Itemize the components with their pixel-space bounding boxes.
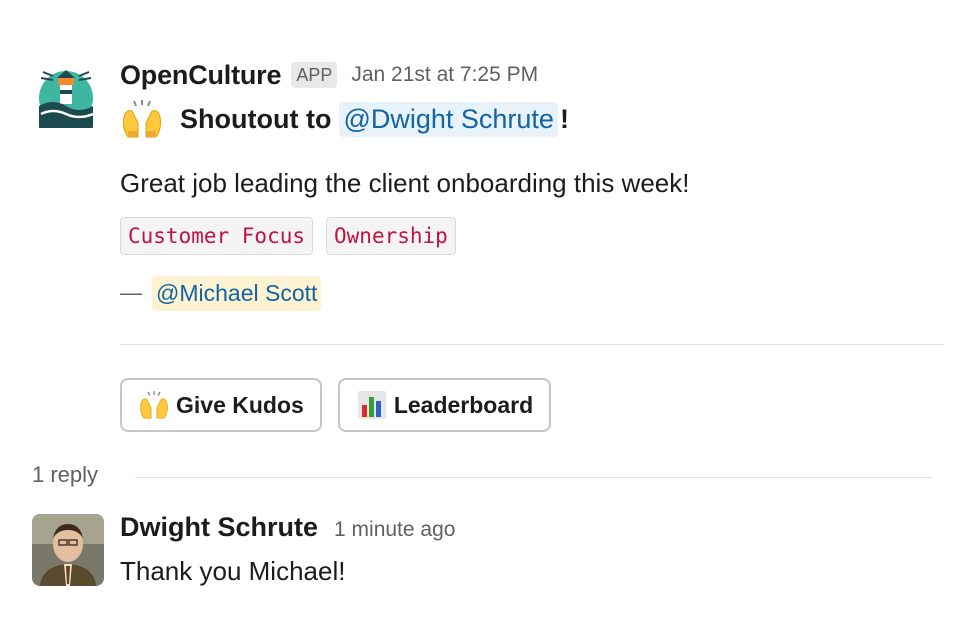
shoutout-line: Shoutout to @Dwight Schrute ! bbox=[120, 99, 946, 139]
app-avatar[interactable] bbox=[33, 62, 99, 128]
bar-chart-icon bbox=[356, 390, 388, 420]
leaderboard-button[interactable]: Leaderboard bbox=[337, 378, 552, 432]
reply-sender-name[interactable]: Dwight Schrute bbox=[120, 512, 318, 543]
reply-divider bbox=[135, 477, 932, 478]
message-timestamp[interactable]: Jan 21st at 7:25 PM bbox=[351, 63, 538, 87]
raising-hands-icon bbox=[138, 390, 170, 420]
reply-message: Dwight Schrute 1 minute ago Thank you Mi… bbox=[120, 512, 455, 587]
raising-hands-icon bbox=[120, 99, 164, 139]
profile-photo-icon bbox=[32, 514, 104, 586]
value-tags: Customer Focus Ownership bbox=[120, 217, 946, 255]
user-avatar[interactable] bbox=[32, 514, 104, 586]
shoutout-prefix: Shoutout to bbox=[180, 103, 332, 134]
app-badge: APP bbox=[291, 62, 338, 88]
message-text: Great job leading the client onboarding … bbox=[120, 168, 690, 198]
reply-count[interactable]: 1 reply bbox=[32, 462, 98, 488]
sender-name[interactable]: OpenCulture bbox=[120, 60, 282, 91]
message-body: OpenCulture APP Jan 21st at 7:25 PM Shou… bbox=[120, 58, 946, 311]
signoff: — @Michael Scott bbox=[120, 275, 946, 311]
action-buttons: Give Kudos Leaderboard bbox=[120, 378, 552, 432]
section-divider bbox=[120, 344, 944, 345]
reply-timestamp[interactable]: 1 minute ago bbox=[334, 518, 455, 542]
message-header: OpenCulture APP Jan 21st at 7:25 PM bbox=[120, 58, 946, 92]
signoff-dash: — bbox=[120, 280, 142, 305]
shoutout-suffix: ! bbox=[559, 103, 569, 134]
mention-michael[interactable]: @Michael Scott bbox=[152, 275, 322, 311]
lighthouse-logo-icon bbox=[39, 70, 94, 128]
leaderboard-label: Leaderboard bbox=[393, 391, 534, 418]
mention-dwight[interactable]: @Dwight Schrute bbox=[339, 101, 558, 137]
reply-text: Thank you Michael! bbox=[120, 556, 346, 586]
give-kudos-label: Give Kudos bbox=[176, 391, 304, 418]
reply-header: Dwight Schrute 1 minute ago bbox=[120, 512, 455, 548]
tag-ownership: Ownership bbox=[326, 217, 456, 255]
tag-customer-focus: Customer Focus bbox=[120, 217, 314, 255]
give-kudos-button[interactable]: Give Kudos bbox=[120, 378, 322, 432]
